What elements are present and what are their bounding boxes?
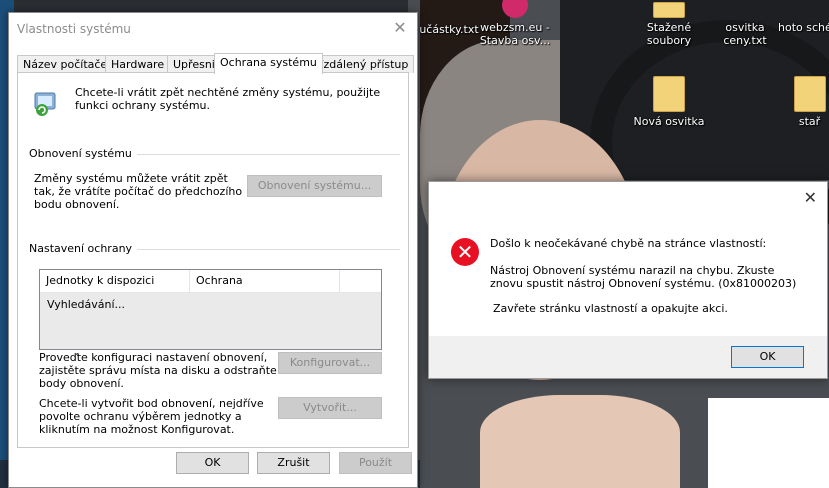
restore-description: Změny systému můžete vrátit zpět tak, že… bbox=[34, 172, 243, 211]
create-description: Chcete-li vytvořit bod obnovení, nejdřív… bbox=[39, 397, 264, 436]
desktop-icon-label: webzsm.eu - Stavba osv... bbox=[479, 21, 551, 47]
desktop-icon-file[interactable]: osvitka ceny.txt bbox=[708, 2, 782, 47]
title-bar: Vlastnosti systému ✕ bbox=[9, 13, 417, 44]
ok-button[interactable]: OK bbox=[176, 452, 249, 474]
desktop-icon-file[interactable]: učástky.txt bbox=[412, 0, 486, 36]
desktop-icon-shortcut[interactable]: webzsm.eu - Stavba osv... bbox=[478, 0, 552, 47]
error-icon: ✕ bbox=[451, 238, 479, 266]
system-protection-panel: Chcete-li vrátit zpět nechtěné změny sys… bbox=[17, 72, 409, 448]
error-message: Nástroj Obnovení systému narazil na chyb… bbox=[490, 264, 797, 290]
desktop-icon-label: stař bbox=[798, 115, 821, 128]
error-instruction: Zavřete stránku vlastností a opakujte ak… bbox=[493, 302, 728, 315]
intro-text: Chcete-li vrátit zpět nechtěné změny sys… bbox=[75, 86, 381, 112]
desktop-icon-label: Stažené soubory bbox=[646, 21, 692, 47]
desktop-icon-file[interactable]: hoto schém bbox=[778, 2, 829, 34]
close-icon[interactable]: ✕ bbox=[804, 188, 817, 207]
configure-button[interactable]: Konfigurovat... bbox=[278, 352, 382, 374]
error-title-bar: ✕ bbox=[429, 182, 827, 212]
wallpaper-region bbox=[480, 395, 680, 488]
desktop-icon-folder[interactable]: Nová osvitka bbox=[632, 76, 706, 128]
create-restore-point-button[interactable]: Vytvořit... bbox=[278, 397, 382, 419]
drive-list-status: Vyhledávání... bbox=[47, 298, 126, 311]
system-restore-button[interactable]: Obnovení systému... bbox=[247, 175, 382, 197]
apply-button[interactable]: Použít bbox=[339, 452, 412, 474]
system-protection-icon bbox=[34, 92, 56, 116]
restore-group-title: Obnovení systému bbox=[29, 147, 137, 160]
desktop-icon-label: hoto schém bbox=[778, 21, 829, 34]
window-title: Vlastnosti systému bbox=[17, 22, 131, 36]
desktop-icon-label: Nová osvitka bbox=[633, 115, 705, 128]
cancel-button[interactable]: Zrušit bbox=[257, 452, 330, 474]
desktop-icon-label: osvitka ceny.txt bbox=[723, 21, 767, 47]
wallpaper-region bbox=[708, 398, 829, 488]
folder-icon bbox=[653, 76, 685, 112]
tab-computer-name[interactable]: Název počítače bbox=[17, 55, 114, 73]
browser-shortcut-icon bbox=[502, 0, 528, 18]
system-properties-window: Vlastnosti systému ✕ Název počítače Hard… bbox=[8, 12, 418, 488]
drive-list-header: Jednotky k dispozici Ochrana bbox=[40, 270, 381, 293]
column-header-drives[interactable]: Jednotky k dispozici bbox=[40, 270, 190, 292]
tab-hardware[interactable]: Hardware bbox=[105, 55, 171, 73]
tab-system-protection[interactable]: Ochrana systému bbox=[214, 53, 323, 74]
drive-list[interactable]: Jednotky k dispozici Ochrana Vyhledávání… bbox=[39, 269, 382, 350]
tab-remote[interactable]: Vzdálený přístup bbox=[310, 55, 415, 73]
desktop-icon-downloads[interactable]: Stažené soubory bbox=[632, 2, 706, 47]
protection-group-title: Nastavení ochrany bbox=[29, 242, 138, 255]
error-dialog: ✕ ✕ Došlo k neočekávané chybě na stránce… bbox=[428, 181, 828, 379]
desktop-icon-folder[interactable]: stař bbox=[790, 76, 829, 128]
close-icon[interactable]: ✕ bbox=[389, 18, 411, 38]
folder-icon bbox=[653, 2, 685, 18]
error-body: ✕ Došlo k neočekávané chybě na stránce v… bbox=[429, 212, 827, 336]
desktop-icon-label: učástky.txt bbox=[419, 23, 479, 36]
error-heading: Došlo k neočekávané chybě na stránce vla… bbox=[490, 237, 767, 250]
configure-description: Proveďte konfiguraci nastavení obnovení,… bbox=[39, 351, 277, 390]
folder-icon bbox=[793, 76, 826, 112]
error-ok-button[interactable]: OK bbox=[731, 346, 804, 368]
column-header-protection[interactable]: Ochrana bbox=[190, 270, 340, 292]
